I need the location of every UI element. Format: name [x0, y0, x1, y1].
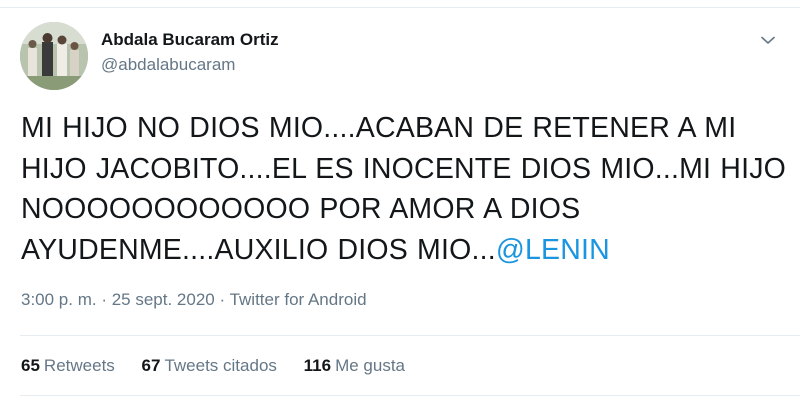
author-handle[interactable]: @abdalabucaram [101, 55, 235, 75]
tweet-menu-button[interactable] [756, 28, 780, 52]
engagement-stats: 65 Retweets 67 Tweets citados 116 Me gusta [21, 356, 427, 376]
tweet-text-line: MI HIJO NO DIOS MIO....ACABAN DE RETENER… [21, 112, 737, 144]
tweet-text-line: HIJO JACOBITO....EL ES INOCENTE DIOS MIO… [21, 152, 787, 185]
tweet-date[interactable]: 25 sept. 2020 [112, 290, 215, 309]
meta-separator: · [96, 290, 112, 309]
stats-divider-bottom [20, 395, 800, 396]
avatar[interactable] [20, 22, 88, 90]
tweet-card: Abdala Bucaram Ortiz @abdalabucaram MI H… [0, 0, 800, 400]
likes-stat[interactable]: 116 Me gusta [304, 356, 405, 376]
likes-count: 116 [303, 356, 332, 375]
tweet-text-line-last: AYUDENME....AUXILIO DIOS MIO...@LENIN [21, 230, 781, 271]
retweets-stat[interactable]: 65 Retweets [21, 356, 115, 376]
avatar-photo [20, 22, 88, 90]
tweet-text-line: AYUDENME....AUXILIO DIOS MIO... [21, 233, 496, 266]
chevron-down-icon [761, 36, 775, 44]
tweet-meta: 3:00 p. m. · 25 sept. 2020 · Twitter for… [21, 290, 367, 310]
tweet-text: MI HIJO NO DIOS MIO....ACABAN DE RETENER… [21, 108, 787, 271]
tweet-text-line: NOOOOOOOOOOOO POR AMOR A DIOS [21, 193, 581, 225]
quotes-stat[interactable]: 67 Tweets citados [142, 356, 277, 376]
likes-label: Me gusta [335, 356, 406, 375]
quotes-label: Tweets citados [164, 356, 277, 375]
meta-separator: · [214, 290, 230, 309]
quotes-count: 67 [141, 356, 161, 375]
tweet-source[interactable]: Twitter for Android [230, 290, 367, 309]
author-name[interactable]: Abdala Bucaram Ortiz [101, 30, 279, 50]
stats-divider-top [20, 335, 800, 336]
top-divider [0, 7, 800, 8]
tweet-time[interactable]: 3:00 p. m. [21, 290, 97, 309]
retweets-count: 65 [21, 356, 40, 375]
retweets-label: Retweets [43, 356, 115, 375]
mention-link[interactable]: @LENIN [496, 234, 610, 266]
